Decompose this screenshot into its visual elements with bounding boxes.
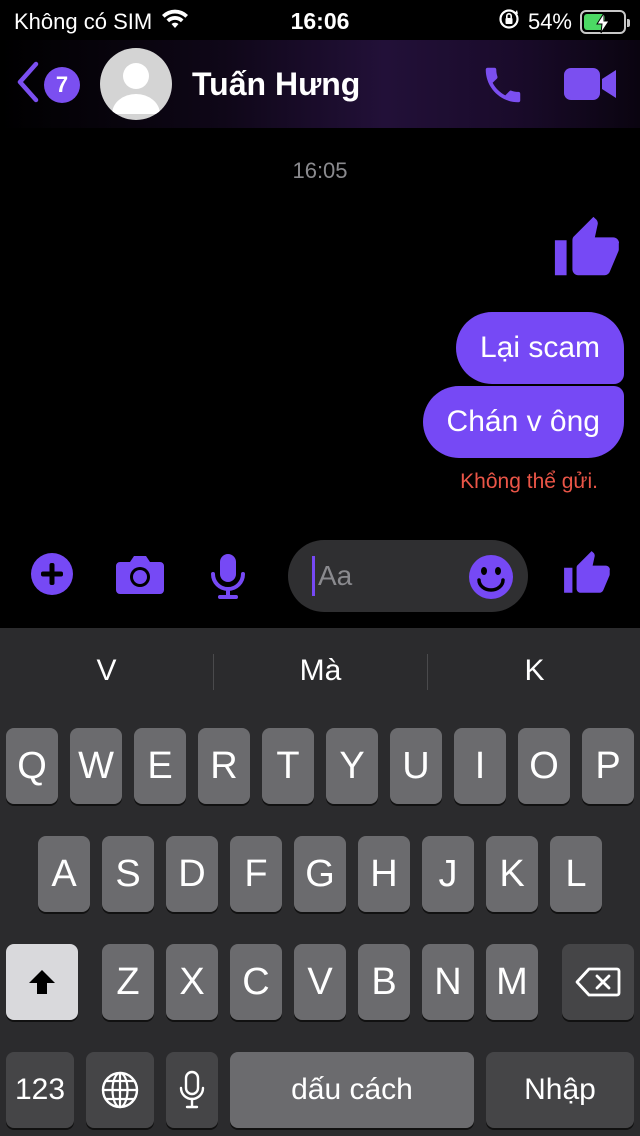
status-right: 54% bbox=[498, 8, 630, 36]
plus-circle-icon bbox=[31, 553, 73, 595]
text-caret bbox=[312, 556, 315, 596]
shift-icon bbox=[29, 970, 55, 994]
suggestion-bar: V Mà K bbox=[0, 628, 640, 714]
key-h[interactable]: H bbox=[358, 836, 410, 912]
suggestion-item[interactable]: K bbox=[428, 628, 640, 714]
key-f[interactable]: F bbox=[230, 836, 282, 912]
suggestion-item[interactable]: V bbox=[0, 628, 213, 714]
keyboard: V Mà K Q W E R T Y U I O P A S D F G H J… bbox=[0, 628, 640, 1136]
key-o[interactable]: O bbox=[518, 728, 570, 804]
conversation-header: 7 Tuấn Hưng bbox=[0, 40, 640, 128]
key-j[interactable]: J bbox=[422, 836, 474, 912]
key-i[interactable]: I bbox=[454, 728, 506, 804]
key-m[interactable]: M bbox=[486, 944, 538, 1020]
key-y[interactable]: Y bbox=[326, 728, 378, 804]
key-u[interactable]: U bbox=[390, 728, 442, 804]
back-button[interactable]: 7 bbox=[16, 60, 80, 109]
key-c[interactable]: C bbox=[230, 944, 282, 1020]
avatar-placeholder-icon bbox=[112, 63, 160, 114]
globe-icon bbox=[101, 1071, 139, 1109]
dictation-icon bbox=[179, 1070, 205, 1109]
send-error-text[interactable]: Không thể gửi. bbox=[460, 470, 598, 494]
key-q[interactable]: Q bbox=[6, 728, 58, 804]
backspace-icon bbox=[575, 967, 621, 997]
microphone-icon bbox=[211, 554, 245, 599]
camera-icon bbox=[116, 556, 164, 594]
key-x[interactable]: X bbox=[166, 944, 218, 1020]
back-chevron-icon bbox=[16, 60, 40, 109]
thumbs-up-icon bbox=[564, 551, 610, 593]
numbers-key[interactable]: 123 bbox=[6, 1052, 74, 1128]
dictation-key[interactable] bbox=[166, 1052, 218, 1128]
voice-message-button[interactable] bbox=[208, 552, 248, 605]
key-z[interactable]: Z bbox=[102, 944, 154, 1020]
video-camera-icon bbox=[564, 68, 616, 100]
emoji-button[interactable] bbox=[468, 554, 514, 605]
key-n[interactable]: N bbox=[422, 944, 474, 1020]
key-s[interactable]: S bbox=[102, 836, 154, 912]
avatar[interactable] bbox=[100, 48, 172, 120]
voice-call-button[interactable] bbox=[480, 62, 526, 113]
battery-percent: 54% bbox=[527, 9, 572, 34]
unread-count-badge: 7 bbox=[44, 66, 80, 103]
shift-key[interactable] bbox=[6, 944, 78, 1020]
contact-name[interactable]: Tuấn Hưng bbox=[192, 66, 360, 103]
message-bubble[interactable]: Chán v ông bbox=[422, 386, 624, 458]
battery-level bbox=[584, 12, 610, 34]
return-key[interactable]: Nhập bbox=[486, 1052, 634, 1128]
message-input-container[interactable] bbox=[288, 540, 528, 612]
globe-key[interactable] bbox=[86, 1052, 154, 1128]
suggestion-item[interactable]: Mà bbox=[214, 628, 427, 714]
space-key[interactable]: dấu cách bbox=[230, 1052, 474, 1128]
message-timestamp: 16:05 bbox=[292, 158, 348, 183]
backspace-key[interactable] bbox=[562, 944, 634, 1020]
key-v[interactable]: V bbox=[294, 944, 346, 1020]
message-composer bbox=[0, 538, 640, 618]
key-d[interactable]: D bbox=[166, 836, 218, 912]
key-e[interactable]: E bbox=[134, 728, 186, 804]
message-bubble[interactable]: Lại scam bbox=[455, 312, 624, 384]
status-bar: Không có SIM 16:06 54% bbox=[0, 0, 640, 40]
orientation-lock-icon bbox=[498, 8, 520, 36]
message-input[interactable] bbox=[318, 554, 468, 598]
key-g[interactable]: G bbox=[294, 836, 346, 912]
thumbs-up-sticker-message[interactable] bbox=[552, 212, 622, 291]
key-a[interactable]: A bbox=[38, 836, 90, 912]
key-b[interactable]: B bbox=[358, 944, 410, 1020]
more-actions-button[interactable] bbox=[30, 552, 74, 601]
send-thumbs-up-button[interactable] bbox=[562, 548, 612, 605]
key-p[interactable]: P bbox=[582, 728, 634, 804]
camera-button[interactable] bbox=[114, 554, 166, 601]
video-call-button[interactable] bbox=[562, 64, 618, 109]
key-r[interactable]: R bbox=[198, 728, 250, 804]
key-l[interactable]: L bbox=[550, 836, 602, 912]
key-w[interactable]: W bbox=[70, 728, 122, 804]
thumbs-up-icon bbox=[554, 216, 620, 276]
key-t[interactable]: T bbox=[262, 728, 314, 804]
battery-charging-icon bbox=[580, 10, 630, 34]
emoji-icon bbox=[469, 555, 513, 599]
key-k[interactable]: K bbox=[486, 836, 538, 912]
phone-icon bbox=[485, 67, 521, 103]
